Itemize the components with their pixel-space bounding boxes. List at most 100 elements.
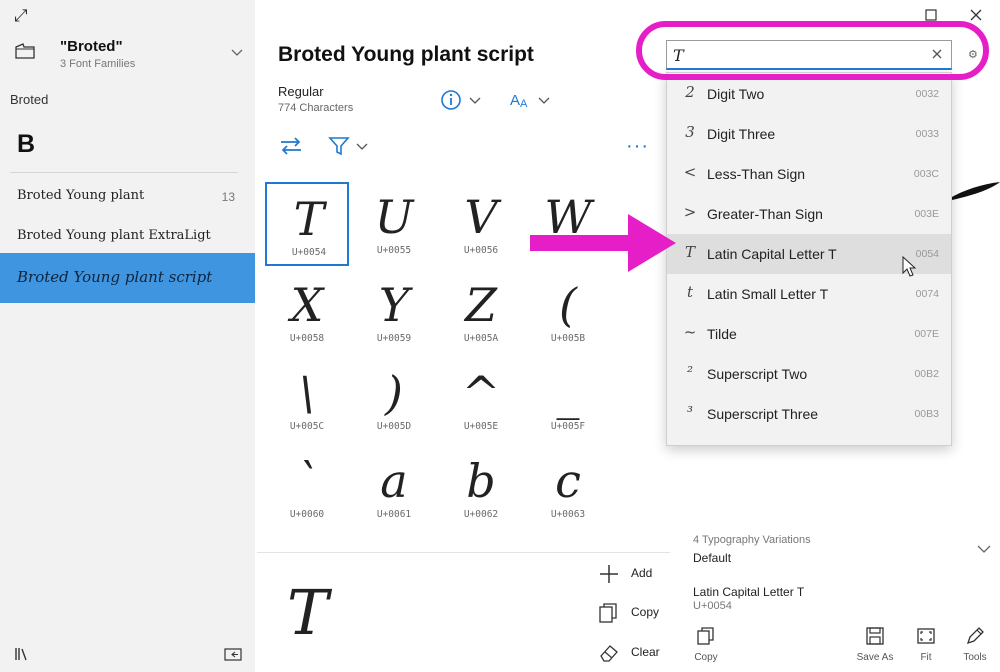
maximize-icon[interactable]: [925, 9, 937, 21]
result-name: Tilde: [707, 326, 737, 342]
tools-label: Tools: [963, 652, 987, 663]
result-glyph: t: [686, 283, 694, 301]
tools-button[interactable]: Tools: [955, 626, 995, 670]
search-result-item[interactable]: < Less-Than Sign 003C: [667, 154, 951, 194]
copy-button[interactable]: Copy: [598, 600, 670, 626]
collection-title: "Broted": [60, 38, 123, 55]
font-size-button[interactable]: A A: [508, 88, 554, 112]
search-result-item[interactable]: 3 Digit Three 0033: [667, 114, 951, 154]
fit-button[interactable]: Fit: [906, 626, 946, 670]
expand-icon[interactable]: ⤢: [14, 6, 28, 26]
result-name: Greater-Than Sign: [707, 206, 823, 222]
info-button[interactable]: [440, 88, 486, 112]
glyph-cell[interactable]: a U+0061: [352, 446, 436, 530]
result-name: Latin Capital Letter T: [707, 246, 837, 262]
copy-tool-button[interactable]: Copy: [686, 626, 726, 670]
add-button[interactable]: Add: [598, 561, 670, 587]
glyph-cell[interactable]: U U+0055: [352, 182, 436, 266]
breadcrumb[interactable]: Broted: [10, 92, 48, 107]
glyph-cell[interactable]: \ U+005C: [265, 358, 349, 442]
glyph-cell[interactable]: V U+0056: [439, 182, 523, 266]
library-icon[interactable]: [14, 647, 30, 661]
fit-label: Fit: [920, 652, 932, 663]
character-code: U+0054: [693, 600, 732, 612]
glyph: X: [290, 278, 324, 332]
result-glyph: ~: [683, 323, 697, 341]
font-list-item[interactable]: Broted Young plant 13: [0, 176, 255, 216]
result-glyph: 2: [685, 83, 695, 101]
glyph-cell[interactable]: ( U+005B: [526, 270, 610, 354]
collection-subtitle: 3 Font Families: [60, 58, 136, 70]
result-name: Less-Than Sign: [707, 166, 806, 182]
swap-icon[interactable]: [279, 135, 303, 157]
glyph: `: [295, 454, 319, 508]
search-result-item[interactable]: ~ Tilde 007E: [667, 314, 951, 354]
result-code: 00B3: [914, 408, 939, 420]
close-icon[interactable]: [969, 8, 983, 22]
eraser-icon: [600, 645, 618, 662]
clear-label: Clear: [631, 645, 660, 659]
result-code: 0032: [915, 88, 939, 100]
glyph-code: U+005D: [376, 421, 412, 432]
divider: [257, 552, 670, 553]
more-options-button[interactable]: ···: [626, 135, 654, 157]
chevron-down-icon[interactable]: [976, 542, 992, 556]
glyph-cell[interactable]: b U+0062: [439, 446, 523, 530]
glyph: U: [374, 190, 414, 244]
font-list-item-selected[interactable]: Broted Young plant script: [0, 253, 255, 303]
glyph: Y: [378, 278, 410, 332]
glyph-code: U+005B: [550, 333, 586, 344]
glyph: \: [299, 366, 315, 420]
sidebar-toggle-icon[interactable]: [224, 648, 242, 661]
glyph-cell[interactable]: ) U+005D: [352, 358, 436, 442]
filter-button[interactable]: [328, 135, 372, 157]
glyph-code: U+005C: [289, 421, 325, 432]
result-code: 0054: [915, 248, 939, 260]
font-name: Broted Young plant: [17, 188, 145, 203]
result-name: Latin Small Letter T: [707, 286, 829, 302]
glyph-code: U+0058: [289, 333, 325, 344]
glyph-code: U+0062: [463, 509, 499, 520]
preview-glyph: T: [287, 576, 329, 649]
glyph: c: [555, 454, 581, 508]
font-title: Broted Young plant script: [278, 43, 534, 66]
variations-value[interactable]: Default: [693, 551, 731, 565]
font-name: Broted Young plant ExtraLigt: [17, 228, 211, 243]
glyph-cell[interactable]: Z U+005A: [439, 270, 523, 354]
search-result-item[interactable]: ³ Superscript Three 00B3: [667, 394, 951, 434]
clear-button[interactable]: Clear: [598, 640, 670, 666]
result-name: Digit Two: [707, 86, 765, 102]
save-icon: [866, 627, 884, 645]
search-result-item[interactable]: 2 Digit Two 0032: [667, 74, 951, 114]
highlight-ring: [636, 21, 989, 80]
save-as-button[interactable]: Save As: [852, 626, 898, 670]
search-result-item[interactable]: ² Superscript Two 00B2: [667, 354, 951, 394]
result-name: Digit Three: [707, 126, 776, 142]
glyph-cell[interactable]: c U+0063: [526, 446, 610, 530]
glyph-code: U+0059: [376, 333, 412, 344]
font-list-item[interactable]: Broted Young plant ExtraLigt: [0, 216, 255, 256]
glyph-cell[interactable]: _ U+005F: [526, 358, 610, 442]
result-code: 0074: [915, 288, 939, 300]
result-glyph: ²: [686, 363, 693, 381]
glyph-cell[interactable]: Y U+0059: [352, 270, 436, 354]
glyph-code: U+0063: [550, 509, 586, 520]
search-result-item[interactable]: t Latin Small Letter T 0074: [667, 274, 951, 314]
chevron-down-icon[interactable]: [229, 44, 245, 60]
result-glyph: ³: [686, 403, 693, 421]
glyph-code: U+005A: [463, 333, 499, 344]
search-result-item[interactable]: > Greater-Than Sign 003E: [667, 194, 951, 234]
glyph-cell[interactable]: ^ U+005E: [439, 358, 523, 442]
font-count-badge: 13: [221, 190, 235, 204]
plus-icon: [600, 565, 618, 583]
glyph-code: U+005F: [550, 421, 586, 432]
result-glyph: 3: [685, 123, 695, 141]
save-as-label: Save As: [856, 652, 894, 663]
glyph-cell-selected[interactable]: T U+0054: [265, 182, 349, 266]
result-glyph: T: [684, 243, 695, 261]
glyph: (: [559, 278, 577, 332]
glyph: ): [385, 366, 403, 420]
glyph-cell[interactable]: ` U+0060: [265, 446, 349, 530]
glyph-cell[interactable]: X U+0058: [265, 270, 349, 354]
mouse-cursor-icon: [902, 256, 916, 277]
